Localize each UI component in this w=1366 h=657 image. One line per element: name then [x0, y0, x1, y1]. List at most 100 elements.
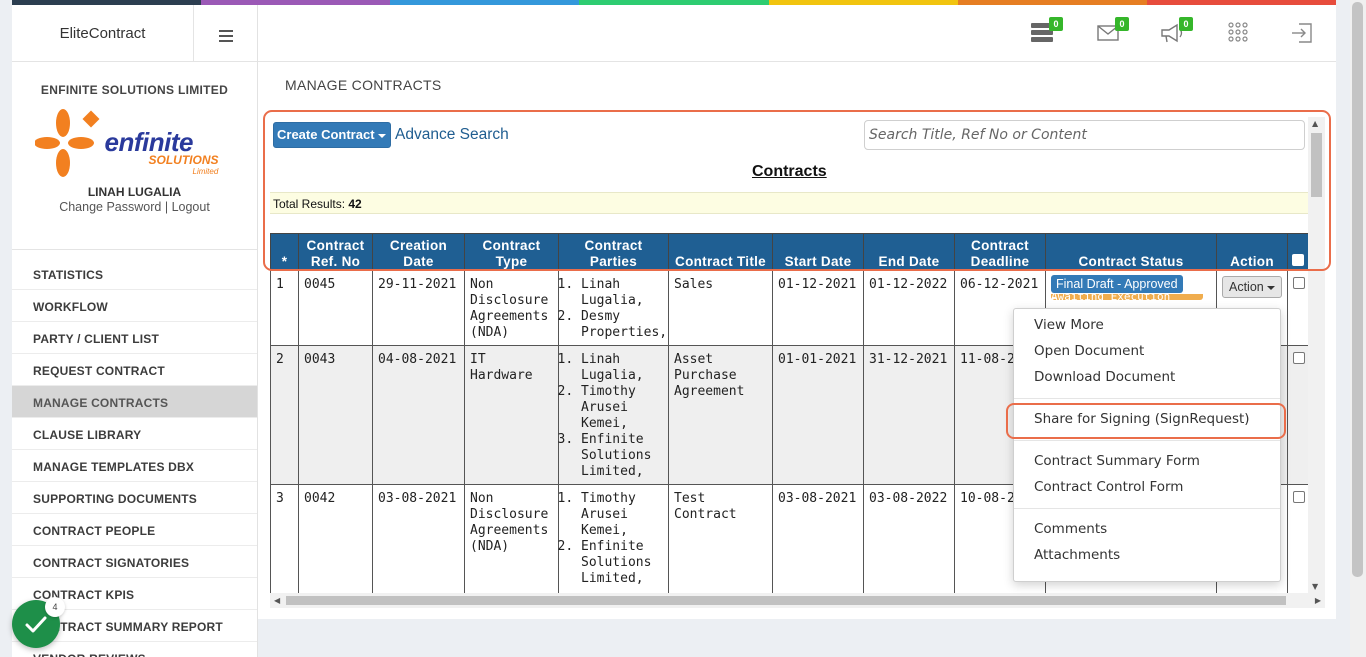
row-end-date: 01-12-2022 — [863, 270, 955, 346]
row-checkbox[interactable] — [1293, 277, 1305, 289]
advance-search-link[interactable]: Advance Search — [395, 126, 509, 144]
envelope-icon[interactable]: 0 — [1095, 17, 1129, 48]
scroll-down-arrow-icon[interactable]: ▼ — [1312, 582, 1318, 591]
create-contract-label: Create Contract — [277, 127, 375, 142]
row-creation-date: 29-11-2021 — [372, 270, 465, 346]
status-badge-secondary: Awaiting Execution Form — [1051, 294, 1203, 300]
select-all-checkbox[interactable] — [1292, 254, 1304, 266]
col-header-contract-parties[interactable]: Contract Parties — [558, 233, 669, 271]
col-header-index: * — [270, 233, 299, 271]
col-header-start-date[interactable]: Start Date — [772, 233, 864, 271]
col-header-contract-title[interactable]: Contract Title — [668, 233, 773, 271]
row-contract-title: Sales — [668, 270, 773, 346]
search-input[interactable] — [864, 120, 1305, 150]
page: EliteContract ENFINITE SOLUTIONS LIMITED — [0, 0, 1366, 657]
fab-count-badge: 4 — [45, 597, 65, 617]
row-contract-parties: Linah Lugalia, Desmy Properties, — [558, 270, 669, 346]
scroll-up-arrow-icon[interactable]: ▲ — [1312, 119, 1318, 128]
menu-item-view-more[interactable]: View More — [1014, 313, 1280, 339]
change-password-link[interactable]: Change Password — [59, 200, 161, 214]
row-checkbox[interactable] — [1293, 352, 1305, 364]
sidebar-item-workflow[interactable]: WORKFLOW — [12, 290, 257, 322]
row-start-date: 01-12-2021 — [772, 270, 864, 346]
sidebar-item-manage-templates-dbx[interactable]: MANAGE TEMPLATES DBX — [12, 450, 257, 482]
sidebar-item-clause-library[interactable]: CLAUSE LIBRARY — [12, 418, 257, 450]
table-vertical-scroll-thumb[interactable] — [1311, 133, 1322, 197]
sidebar-item-statistics[interactable]: STATISTICS — [12, 258, 257, 290]
row-select-cell — [1287, 270, 1308, 346]
total-results-bar: Total Results: 42 — [270, 192, 1308, 214]
menu-item-comments[interactable]: Comments — [1014, 517, 1280, 543]
action-dropdown-button[interactable]: Action — [1222, 276, 1282, 298]
logout-link[interactable]: Logout — [172, 200, 210, 214]
row-end-date: 31-12-2021 — [863, 345, 955, 485]
scroll-left-arrow-icon[interactable]: ◀ — [274, 596, 280, 605]
apps-grid-icon[interactable] — [1225, 20, 1255, 48]
hamburger-menu-icon[interactable] — [194, 5, 257, 61]
row-index: 2 — [270, 345, 299, 485]
sidebar-item-manage-contracts[interactable]: MANAGE CONTRACTS — [12, 386, 257, 418]
row-checkbox[interactable] — [1293, 491, 1305, 503]
total-results-value: 42 — [348, 197, 362, 211]
menu-item-attachments[interactable]: Attachments — [1014, 543, 1280, 569]
page-scroll-thumb[interactable] — [1352, 2, 1363, 577]
action-label: Action — [1229, 280, 1264, 294]
party-item: Linah Lugalia, — [581, 352, 663, 384]
megaphone-icon[interactable]: 0 — [1159, 17, 1193, 48]
user-name: LINAH LUGALIA — [87, 185, 182, 199]
logout-icon[interactable] — [1289, 20, 1319, 48]
caret-down-icon — [1266, 285, 1275, 290]
company-logo: enfinite SOLUTIONS Limited — [34, 105, 235, 185]
menu-item-download-document[interactable]: Download Document — [1014, 365, 1280, 391]
col-header-contract-deadline[interactable]: Contract Deadline — [954, 233, 1046, 271]
row-select-cell — [1287, 345, 1308, 485]
contracts-heading: Contracts — [752, 163, 827, 180]
sidebar-item-request-contract[interactable]: REQUEST CONTRACT — [12, 354, 257, 386]
row-ref-no: 0042 — [298, 484, 373, 593]
sidebar-item-party-client-list[interactable]: PARTY / CLIENT LIST — [12, 322, 257, 354]
menu-item-contract-summary-form[interactable]: Contract Summary Form — [1014, 449, 1280, 475]
sidebar-item-supporting-documents[interactable]: SUPPORTING DOCUMENTS — [12, 482, 257, 514]
col-header-ref-no[interactable]: Contract Ref. No — [298, 233, 373, 271]
row-ref-no: 0045 — [298, 270, 373, 346]
table-vertical-scrollbar[interactable]: ▲ ▼ — [1308, 117, 1325, 593]
scroll-right-arrow-icon[interactable]: ▶ — [1315, 596, 1321, 605]
row-index: 3 — [270, 484, 299, 593]
select-all-cell — [1287, 233, 1308, 271]
row-contract-type: IT Hardware — [464, 345, 559, 485]
col-header-contract-status[interactable]: Contract Status — [1045, 233, 1217, 271]
page-title-bar: MANAGE CONTRACTS — [258, 62, 1336, 106]
create-contract-button[interactable]: Create Contract — [273, 122, 391, 148]
top-bar: 0 0 0 — [258, 5, 1336, 62]
server-icon[interactable]: 0 — [1029, 17, 1063, 48]
menu-item-share-for-signing[interactable]: Share for Signing (SignRequest) — [1014, 407, 1280, 433]
col-header-creation-date[interactable]: Creation Date — [372, 233, 465, 271]
server-badge: 0 — [1049, 17, 1063, 31]
company-name: ENFINITE SOLUTIONS LIMITED — [40, 83, 229, 97]
page-vertical-scrollbar[interactable] — [1350, 0, 1366, 657]
col-header-contract-type[interactable]: Contract Type — [464, 233, 559, 271]
party-item: Enfinite Solutions Limited, — [581, 432, 663, 480]
user-links: Change Password | Logout — [12, 200, 257, 214]
envelope-badge: 0 — [1115, 17, 1129, 31]
page-title: MANAGE CONTRACTS — [285, 77, 442, 93]
table-horizontal-scroll-thumb[interactable] — [286, 596, 1286, 605]
sidebar-item-contract-people[interactable]: CONTRACT PEOPLE — [12, 514, 257, 546]
menu-item-contract-control-form[interactable]: Contract Control Form — [1014, 475, 1280, 501]
row-contract-parties: Timothy Arusei Kemei, Enfinite Solutions… — [558, 484, 669, 593]
party-item: Enfinite Solutions Limited, — [581, 539, 663, 587]
status-badge: Final Draft - Approved — [1051, 275, 1183, 293]
sidebar: EliteContract ENFINITE SOLUTIONS LIMITED — [12, 5, 258, 657]
row-contract-title: Asset Purchase Agreement — [668, 345, 773, 485]
row-start-date: 03-08-2021 — [772, 484, 864, 593]
sidebar-item-contract-signatories[interactable]: CONTRACT SIGNATORIES — [12, 546, 257, 578]
party-item: Timothy Arusei Kemei, — [581, 491, 663, 539]
col-header-end-date[interactable]: End Date — [863, 233, 955, 271]
logo-mark-icon — [34, 109, 99, 177]
profile-panel: ENFINITE SOLUTIONS LIMITED enfinite SOLU… — [12, 62, 257, 250]
table-horizontal-scrollbar[interactable]: ◀ ▶ — [270, 593, 1325, 608]
caret-down-icon — [377, 133, 386, 138]
menu-item-open-document[interactable]: Open Document — [1014, 339, 1280, 365]
app-brand[interactable]: EliteContract — [12, 5, 194, 61]
row-select-cell — [1287, 484, 1308, 593]
